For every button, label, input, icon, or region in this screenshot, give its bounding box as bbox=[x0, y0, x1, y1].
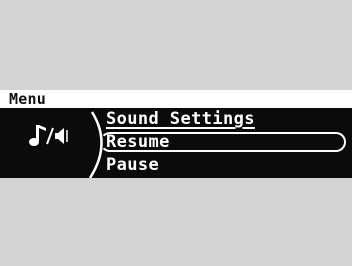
menu-item-pause[interactable]: Pause bbox=[106, 155, 159, 175]
menu-item-sound-settings[interactable]: Sound Settings bbox=[106, 109, 255, 129]
menu-item-resume[interactable]: Resume bbox=[106, 132, 170, 152]
music-note-speaker-icon bbox=[26, 122, 82, 148]
menu-display: Menu Sound Settings Resume Pause bbox=[0, 90, 352, 178]
